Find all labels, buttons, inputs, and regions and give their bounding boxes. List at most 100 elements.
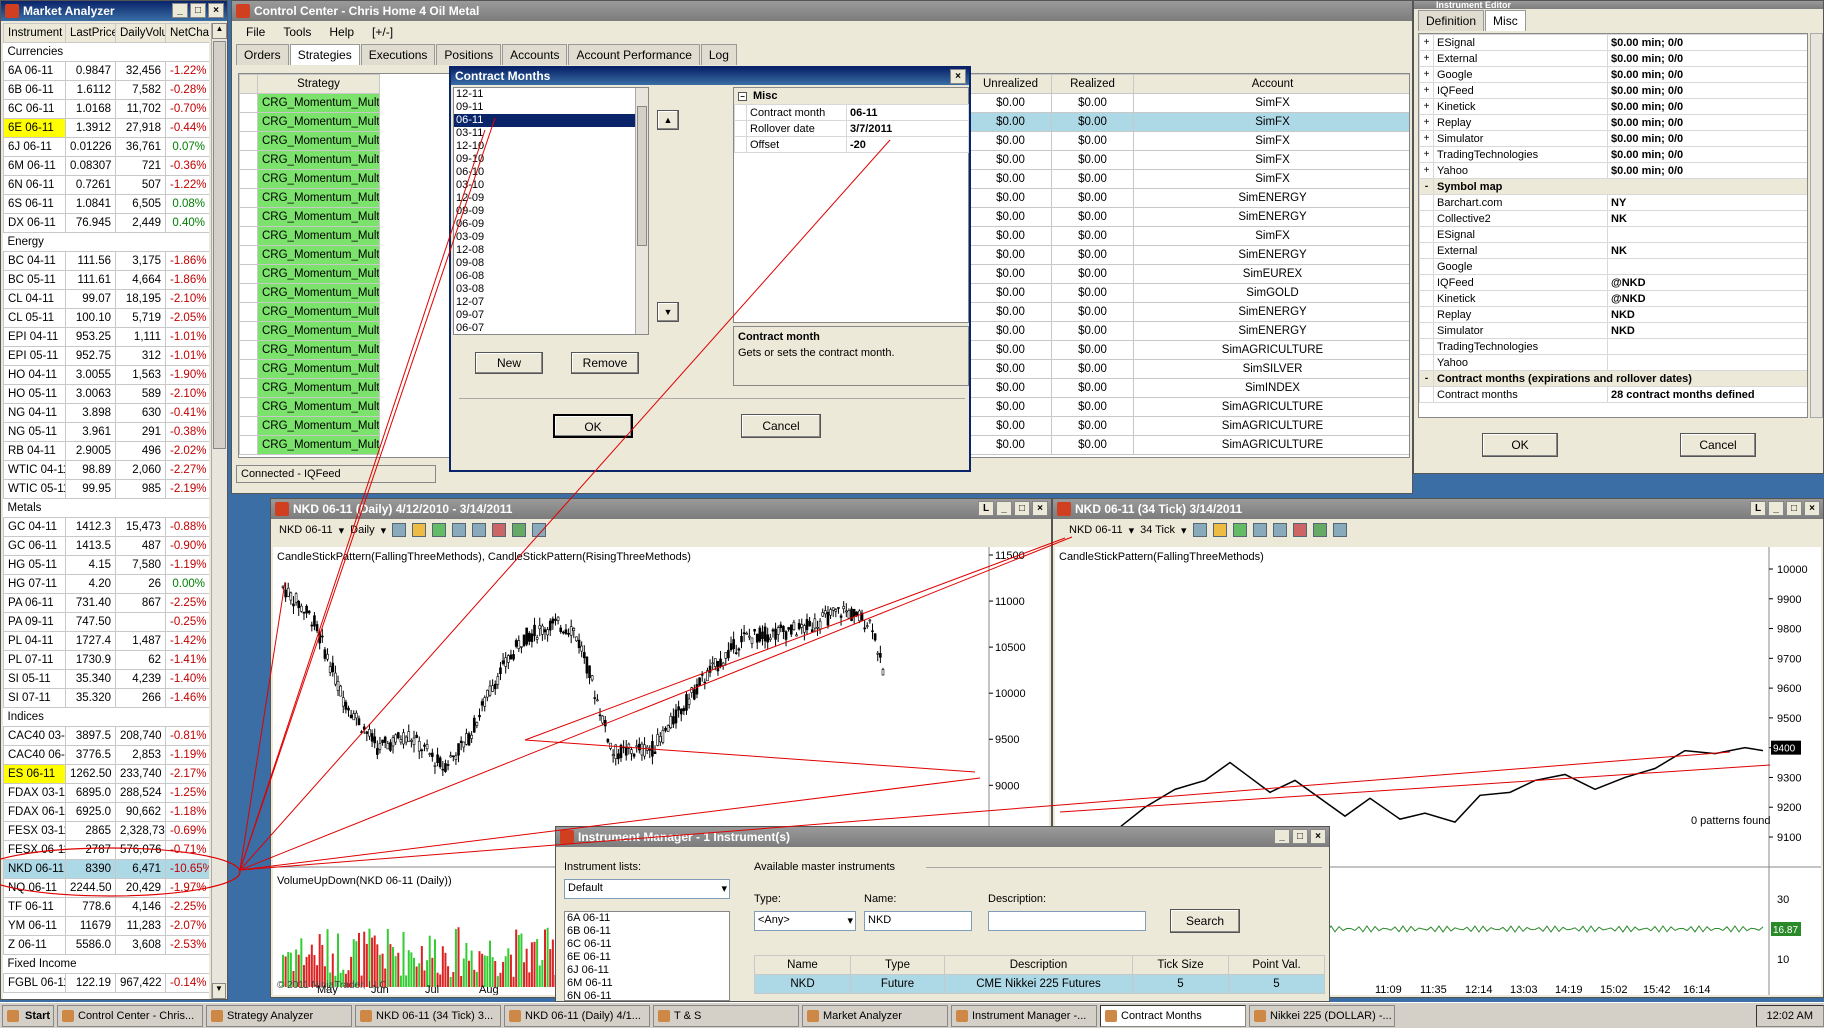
close-icon[interactable]: × <box>208 3 224 18</box>
taskbar-item[interactable]: NKD 06-11 (Daily) 4/1... <box>504 1004 650 1027</box>
strategy-row[interactable]: CRG_Momentum_MultiTim <box>239 245 380 265</box>
prop-row[interactable]: Kinetick @NKD <box>1419 290 1807 307</box>
taskbar-item[interactable]: T & S <box>653 1004 799 1027</box>
table-row[interactable]: SI 07-11 35.320 266 -1.46% <box>3 688 209 708</box>
table-row[interactable]: YM 06-11 11679 11,283 -2.07% <box>3 916 209 936</box>
list-item[interactable]: 09-09 <box>454 205 648 218</box>
strategy-row[interactable]: CRG_Momentum_MultiTim <box>239 397 380 417</box>
prop-value[interactable]: @NKD <box>1607 290 1807 307</box>
row-header[interactable] <box>239 283 258 303</box>
instrument-editor-scrollbar[interactable] <box>1810 33 1823 418</box>
table-row[interactable]: EPI 04-11 953.25 1,111 -1.01% <box>3 327 209 347</box>
close-icon[interactable]: × <box>1804 501 1820 516</box>
row-header[interactable] <box>239 188 258 208</box>
maximize-icon[interactable]: □ <box>1292 829 1308 844</box>
menu-help[interactable]: Help <box>329 25 354 39</box>
cancel-button[interactable]: Cancel <box>741 414 821 438</box>
chevron-down-icon[interactable]: ▾ <box>339 524 345 537</box>
prop-row[interactable]: ESignal <box>1419 226 1807 243</box>
table-row[interactable]: 6M 06-11 0.08307 721 -0.36% <box>3 156 209 176</box>
minimize-icon[interactable]: _ <box>996 501 1012 516</box>
row-header[interactable] <box>239 245 258 265</box>
row-header[interactable] <box>239 321 258 341</box>
chevron-down-icon[interactable]: ▾ <box>1181 524 1187 537</box>
column-header[interactable]: Point Val. <box>1228 955 1325 975</box>
close-icon[interactable]: × <box>1310 829 1326 844</box>
list-item[interactable]: 03-11 <box>454 127 648 140</box>
column-header[interactable]: Realized <box>1051 74 1134 94</box>
column-header[interactable]: DailyVolu <box>115 23 166 43</box>
table-row[interactable]: 6J 06-11 0.01226 36,761 0.07% <box>3 137 209 157</box>
draw-tool-icon[interactable] <box>1212 523 1227 537</box>
row-header[interactable] <box>239 264 258 284</box>
list-item[interactable]: 6C 06-11 <box>565 938 729 951</box>
table-row[interactable]: EPI 05-11 952.75 312 -1.01% <box>3 346 209 366</box>
zoom-icon[interactable] <box>452 523 467 537</box>
table-row[interactable]: CAC40 06-1 3776.5 2,853 -1.19% <box>3 745 209 765</box>
minimize-icon[interactable]: _ <box>1768 501 1784 516</box>
instrument-manager-titlebar[interactable]: Instrument Manager - 1 Instrument(s) _ □ × <box>556 827 1329 847</box>
prop-row[interactable]: + External $0.00 min; 0/0 <box>1419 50 1807 67</box>
table-row[interactable]: FDAX 03-11 6895.0 288,524 -1.25% <box>3 783 209 803</box>
prop-row[interactable]: Rollover date 3/7/2011 <box>734 120 969 137</box>
prop-value[interactable]: $0.00 min; 0/0 <box>1607 98 1807 115</box>
table-row[interactable]: DX 06-11 76.945 2,449 0.40% <box>3 213 209 233</box>
list-item[interactable]: 06-07 <box>454 322 648 334</box>
table-row[interactable]: HO 05-11 3.0063 589 -2.10% <box>3 384 209 404</box>
table-row[interactable]: 6B 06-11 1.6112 7,582 -0.28% <box>3 80 209 100</box>
bar-type-icon[interactable] <box>392 523 407 537</box>
minimize-icon[interactable]: _ <box>172 3 188 18</box>
table-row[interactable]: PL 04-11 1727.4 1,487 -1.42% <box>3 631 209 651</box>
tick-chart-titlebar[interactable]: NKD 06-11 (34 Tick) 3/14/2011 L _ □ × <box>1053 499 1823 519</box>
menu-tools[interactable]: Tools <box>283 25 311 39</box>
table-row[interactable]: WTIC 05-11 99.95 985 -2.19% <box>3 479 209 499</box>
properties-icon[interactable] <box>472 523 487 537</box>
instrument-selector[interactable]: NKD 06-11 <box>279 524 333 536</box>
prop-row[interactable]: + Google $0.00 min; 0/0 <box>1419 66 1807 83</box>
properties-icon[interactable] <box>1272 523 1287 537</box>
prop-row[interactable]: + Replay $0.00 min; 0/0 <box>1419 114 1807 131</box>
list-item[interactable]: 12-08 <box>454 244 648 257</box>
prop-group-row[interactable]: - Contract months (expirations and rollov… <box>1419 370 1807 387</box>
name-input[interactable]: NKD <box>864 911 972 931</box>
expand-icon[interactable]: + <box>1419 34 1434 51</box>
instrument-list-select[interactable]: Default ▾ <box>564 879 730 899</box>
expand-icon[interactable]: + <box>1419 66 1434 83</box>
link-icon[interactable]: L <box>1750 501 1766 516</box>
remove-button[interactable]: Remove <box>571 352 639 374</box>
table-row[interactable]: NQ 06-11 2244.50 20,429 -1.97% <box>3 878 209 898</box>
prop-value[interactable]: @NKD <box>1607 274 1807 291</box>
prop-value[interactable]: NY <box>1607 194 1807 211</box>
column-header[interactable]: Unrealized <box>969 74 1052 94</box>
control-center-titlebar[interactable]: Control Center - Chris Home 4 Oil Metal <box>232 1 1412 21</box>
prop-row[interactable]: External NK <box>1419 242 1807 259</box>
strategy-row[interactable]: CRG_Momentum_MultiTim <box>239 359 380 379</box>
table-row[interactable]: SI 05-11 35.340 4,239 -1.40% <box>3 669 209 689</box>
category-row[interactable]: Indices <box>3 707 209 727</box>
prop-row[interactable]: Barchart.com NY <box>1419 194 1807 211</box>
prop-row[interactable]: + Kinetick $0.00 min; 0/0 <box>1419 98 1807 115</box>
crosshair-icon[interactable] <box>432 523 447 537</box>
prop-group-row[interactable]: - Symbol map <box>1419 178 1807 195</box>
list-item[interactable]: 06-11 <box>454 114 648 127</box>
row-header[interactable] <box>239 359 258 379</box>
strategy-column-header[interactable]: Strategy <box>257 74 380 94</box>
list-item[interactable]: 6N 06-11 <box>565 990 729 1000</box>
category-row[interactable]: Metals <box>3 498 209 518</box>
prop-row[interactable]: Contract months 28 contract months define… <box>1419 386 1807 403</box>
strategy-row[interactable]: CRG_Momentum_MultiTim <box>239 378 380 398</box>
category-row[interactable]: Fixed Income <box>3 954 209 974</box>
list-item[interactable]: 6M 06-11 <box>565 977 729 990</box>
taskbar-item[interactable]: Nikkei 225 (DOLLAR) -... <box>1249 1004 1395 1027</box>
strategy-row[interactable]: CRG_Momentum_MultiTim <box>239 340 380 360</box>
instrument-editor-ok-button[interactable]: OK <box>1482 433 1558 457</box>
list-item[interactable]: 06-09 <box>454 218 648 231</box>
market-analyzer-titlebar[interactable]: Market Analyzer _ □ × <box>1 1 227 21</box>
table-row[interactable]: Z 06-11 5586.0 3,608 -2.53% <box>3 935 209 955</box>
chevron-down-icon[interactable]: ▾ <box>381 524 387 537</box>
expand-icon[interactable]: + <box>1419 50 1434 67</box>
chevron-down-icon[interactable]: ▾ <box>847 914 853 927</box>
tab-executions[interactable]: Executions <box>360 44 436 65</box>
strategy-row[interactable]: CRG_Momentum_MultiTim <box>239 321 380 341</box>
prop-value[interactable]: $0.00 min; 0/0 <box>1607 162 1807 179</box>
